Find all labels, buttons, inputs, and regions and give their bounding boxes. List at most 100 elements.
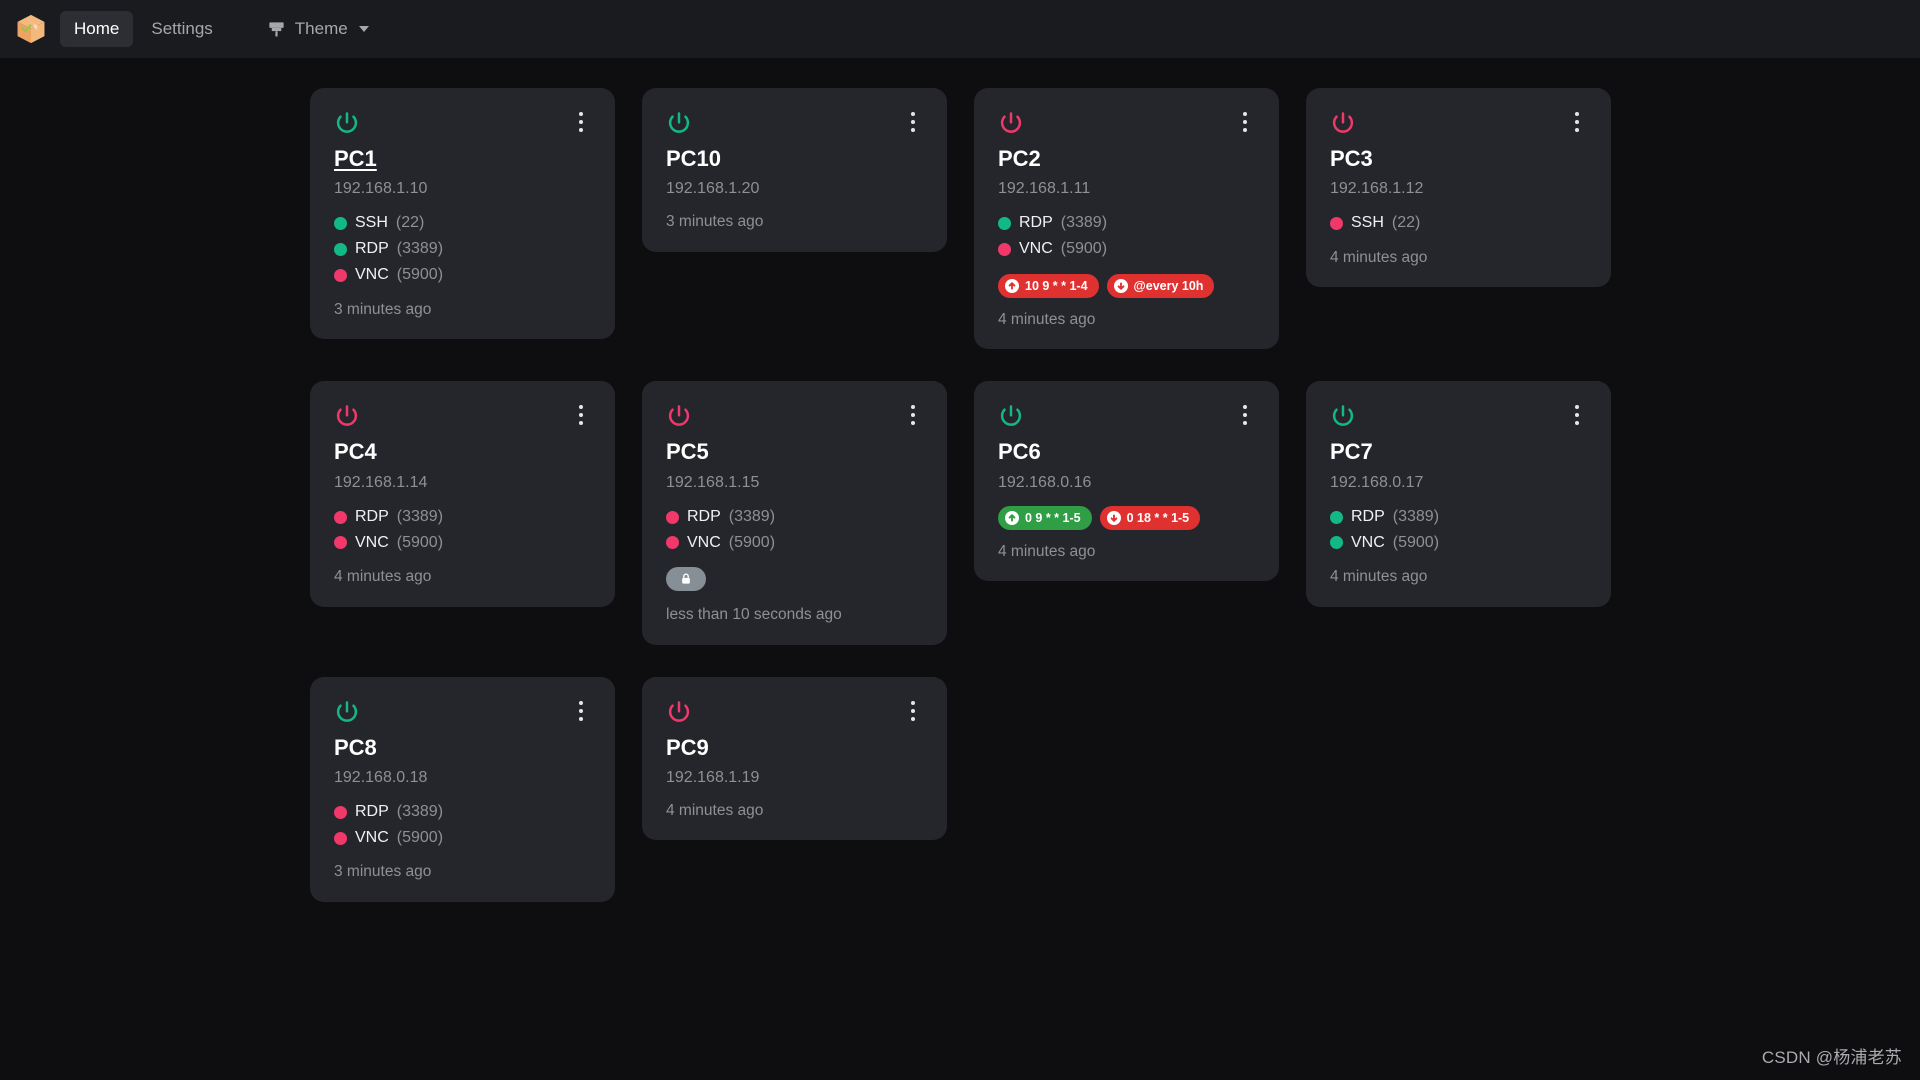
service-row: RDP (3389) [334,506,591,529]
card-ip-address: 192.168.0.16 [998,473,1092,491]
card-title[interactable]: PC8 [334,735,377,761]
card-menu-button[interactable] [903,404,923,426]
service-name: VNC [355,828,389,846]
schedule-badge-label: 0 18 * * 1-5 [1126,510,1190,525]
arrow-up-icon [1005,278,1019,293]
card-title[interactable]: PC2 [998,146,1041,172]
card-menu-button[interactable] [903,111,923,133]
service-list: SSH (22) [1330,212,1587,235]
machine-card: PC6 192.168.0.16 0 9 * * 1-5 0 18 * * 1-5 4 … [974,381,1279,582]
service-status-dot [334,831,347,845]
service-row: VNC (5900) [334,827,591,850]
service-port: (5900) [1060,240,1108,258]
card-last-seen: less than 10 seconds ago [666,606,842,624]
service-status-dot [334,242,347,256]
nav-item-settings[interactable]: Settings [137,11,226,46]
service-list: RDP (3389) VNC (5900) [1330,506,1587,554]
kebab-dot [579,716,583,721]
card-header [998,403,1255,429]
schedule-badge-list: 0 9 * * 1-5 0 18 * * 1-5 [998,505,1255,531]
service-port: (22) [1391,214,1421,232]
power-toggle-icon[interactable] [998,110,1024,136]
schedule-badge[interactable]: @every 10h [1106,273,1215,299]
service-name: RDP [1019,214,1053,232]
schedule-badge-label: @every 10h [1133,278,1204,293]
card-last-seen: 3 minutes ago [334,300,432,318]
power-toggle-icon[interactable] [334,699,360,725]
card-menu-button[interactable] [903,700,923,722]
card-title[interactable]: PC3 [1330,146,1373,172]
kebab-dot [1243,120,1247,124]
card-ip-address: 192.168.1.11 [998,180,1091,198]
kebab-dot [1243,405,1247,410]
card-title[interactable]: PC9 [666,735,709,761]
card-menu-button[interactable] [1235,404,1255,426]
power-toggle-icon[interactable] [998,403,1024,429]
kebab-dot [579,421,583,426]
card-header [334,403,591,429]
card-title[interactable]: PC7 [1330,439,1373,465]
power-toggle-icon[interactable] [666,699,692,725]
schedule-badge[interactable]: 0 18 * * 1-5 [1099,505,1201,531]
service-row: RDP (3389) [1330,506,1587,529]
card-header [666,110,923,136]
machine-card: PC1 192.168.1.10 SSH (22) RDP (3389) VNC (5900)… [310,88,615,339]
nav-theme-label: Theme [294,19,348,38]
kebab-dot [1575,112,1579,116]
card-ip-address: 192.168.1.15 [666,473,760,491]
card-title[interactable]: PC4 [334,439,377,465]
service-name: VNC [687,533,721,551]
power-toggle-icon[interactable] [1330,403,1356,429]
service-status-dot [666,510,679,524]
schedule-badge[interactable]: 10 9 * * 1-4 [998,273,1099,299]
card-menu-button[interactable] [1567,111,1587,133]
kebab-dot [911,708,915,713]
nav-item-home[interactable]: Home [60,11,134,47]
card-menu-button[interactable] [1567,404,1587,426]
service-port: (5900) [728,533,776,551]
card-title[interactable]: PC10 [666,146,721,172]
kebab-dot [1243,112,1247,116]
service-port: (3389) [396,803,444,821]
card-menu-button[interactable] [571,404,591,426]
watermark: CSDN @杨浦老苏 [1761,1048,1902,1067]
card-menu-button[interactable] [571,700,591,722]
machine-card: PC10 192.168.1.20 3 minutes ago [642,88,947,252]
card-last-seen: 4 minutes ago [1330,249,1428,267]
kebab-dot [911,405,915,410]
lock-toggle[interactable] [666,567,706,592]
machine-card: PC3 192.168.1.12 SSH (22) 4 minutes ago [1306,88,1611,288]
service-list: RDP (3389) VNC (5900) [666,506,923,554]
card-title[interactable]: PC5 [666,439,709,465]
service-port: (3389) [1392,507,1440,525]
power-toggle-icon[interactable] [334,403,360,429]
card-title[interactable]: PC1 [334,146,377,172]
service-status-dot [1330,217,1343,231]
card-ip-address: 192.168.1.20 [666,180,760,198]
power-toggle-icon[interactable] [666,110,692,136]
card-title[interactable]: PC6 [998,439,1041,465]
service-name: SSH [1351,214,1384,232]
card-ip-address: 192.168.0.18 [334,769,428,787]
service-list: RDP (3389) VNC (5900) [334,801,591,849]
schedule-badge[interactable]: 0 9 * * 1-5 [998,505,1092,531]
card-ip-address: 192.168.1.12 [1330,180,1424,198]
service-status-dot [334,805,347,819]
service-status-dot [666,536,679,550]
kebab-dot [1243,421,1247,426]
package-box-icon[interactable] [14,12,48,46]
machine-card: PC8 192.168.0.18 RDP (3389) VNC (5900) 3 minut… [310,676,615,902]
power-toggle-icon[interactable] [334,110,360,136]
machine-card: PC9 192.168.1.19 4 minutes ago [642,676,947,841]
card-header [666,403,923,429]
card-menu-button[interactable] [571,111,591,133]
power-toggle-icon[interactable] [1330,110,1356,136]
service-port: (22) [395,214,425,232]
card-menu-button[interactable] [1235,111,1255,133]
service-port: (3389) [1060,214,1108,232]
kebab-dot [1575,120,1579,124]
power-toggle-icon[interactable] [666,403,692,429]
nav-theme-dropdown[interactable]: Theme [253,12,383,46]
card-last-seen: 3 minutes ago [334,863,432,881]
kebab-dot [579,413,583,418]
